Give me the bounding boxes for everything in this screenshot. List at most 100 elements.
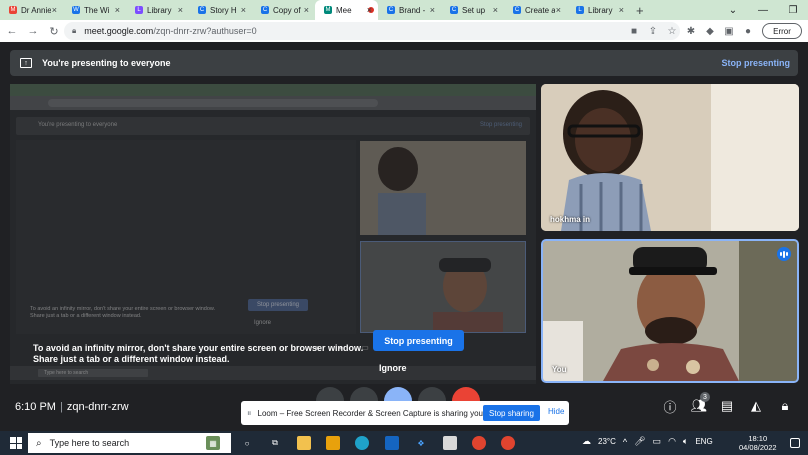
separator: | [59,401,63,413]
microphone-icon[interactable]: 🎤︎ [634,436,645,447]
address-bar[interactable]: 🔒︎ meet.google.com/zqn-dnrr-zrw?authuser… [64,22,680,40]
close-tab-icon[interactable]: × [304,5,309,15]
speaking-indicator-icon [777,247,791,261]
calculator-icon[interactable] [443,436,457,450]
language-indicator[interactable]: ENG [695,437,712,446]
browser-tab[interactable]: L Library × [567,0,630,20]
tab-favicon-icon: C [198,6,206,14]
sidepanel-icon[interactable]: ▣ [723,23,735,39]
taskbar-search[interactable]: ⌕ Type here to search [28,433,231,453]
file-explorer-icon[interactable] [297,436,311,450]
camera-button[interactable] [350,387,378,401]
ignore-button[interactable]: Ignore [379,363,407,373]
browser-tab[interactable]: L Library × [126,0,189,20]
mirror-search: Type here to search [38,369,148,377]
browser-tab[interactable]: C Set up × [441,0,504,20]
activities-icon[interactable]: ◭ [745,395,767,417]
browser-tab[interactable]: C Story H × [189,0,252,20]
temperature[interactable]: 23°C [598,437,616,446]
meeting-time: 6:10 PM [15,401,56,413]
stop-presenting-button[interactable]: Stop presenting [373,330,464,351]
people-count-badge: 3 [700,392,710,402]
presenting-text: You're presenting to everyone [42,58,171,68]
weather-icon[interactable]: ☁ [582,436,591,447]
error-button[interactable]: Error [762,23,802,39]
mirror-presenting-banner: You're presenting to everyone Stop prese… [16,117,530,135]
volume-icon[interactable]: 🔈︎ [683,436,688,447]
participant-tile[interactable]: hokhma in [541,84,799,231]
browser-tab[interactable]: C Copy of × [252,0,315,20]
puzzle-icon[interactable]: ◆ [704,23,716,39]
clock[interactable]: 18:10 04/08/2022 [739,434,777,452]
edge-icon[interactable] [355,436,369,450]
presentation-stage: You're presenting to everyone Stop prese… [10,84,536,384]
share-icon[interactable]: ⇪ [647,23,659,39]
url-text: meet.google.com/zqn-dnrr-zrw?authuser=0 [84,26,256,36]
camera-icon[interactable]: ■ [628,23,640,39]
browser-tab[interactable]: C Brand - × [378,0,441,20]
meeting-info: 6:10 PM | zqn-dnrr-zrw [15,401,129,413]
info-icon[interactable]: ⓘ [659,395,681,417]
search-icon: ⌕ [36,437,42,449]
close-tab-icon[interactable]: × [619,5,624,15]
hide-button[interactable]: Hide [548,407,564,416]
mail-icon[interactable] [385,436,399,450]
close-tab-icon[interactable]: × [493,5,498,15]
participant-tile-self[interactable]: You [541,239,799,383]
mirror-person-2 [361,242,525,332]
task-view-icon[interactable]: ⧉ [268,436,282,450]
mirror-stop-link: Stop presenting [479,122,522,128]
store-icon[interactable] [326,436,340,450]
back-icon[interactable]: ← [3,22,21,40]
close-tab-icon[interactable]: × [52,5,57,15]
tab-favicon-icon: C [450,6,458,14]
browser-tab[interactable]: W The Wi × [63,0,126,20]
extension-icon[interactable]: ✱ [685,23,697,39]
new-tab-button[interactable]: + [636,0,644,20]
profile-avatar-icon[interactable]: ● [742,23,754,39]
chrome-profile-icon[interactable] [501,436,515,450]
cortana-icon[interactable]: ○ [240,436,254,450]
mic-button[interactable] [316,387,344,401]
stop-presenting-link[interactable]: Stop presenting [721,58,790,68]
reload-icon[interactable]: ↻ [45,22,63,40]
wifi-icon[interactable]: ◠ [668,436,676,447]
star-icon[interactable]: ☆ [666,23,678,39]
close-tab-icon[interactable]: × [115,5,120,15]
leave-call-button[interactable] [452,387,480,401]
forward-icon[interactable]: → [24,22,42,40]
close-tab-icon[interactable]: × [556,5,561,15]
network-icon[interactable]: ▭ [653,436,662,447]
more-button[interactable] [418,387,446,401]
dropbox-icon[interactable]: ❖ [414,436,428,450]
stop-sharing-button[interactable]: Stop sharing [483,405,540,421]
clock-time: 18:10 [748,434,768,443]
participant-name: You [552,365,567,374]
chevron-up-icon[interactable]: ^ [623,437,627,447]
tab-title: The Wi [84,5,110,15]
drag-handle-icon[interactable]: ⏸ [247,408,252,419]
browser-tab[interactable]: M Mee × [315,0,378,20]
chat-icon[interactable]: ▤ [716,395,738,417]
notifications-icon[interactable] [790,438,800,448]
browser-tab[interactable]: C Create a × [504,0,567,20]
minimize-icon[interactable]: — [748,0,778,20]
chevron-down-icon[interactable]: ⌄ [718,0,748,20]
host-controls-icon[interactable]: 🔒︎ [774,395,796,417]
windows-start-icon[interactable] [10,437,22,449]
tab-title: Create a [525,5,555,15]
browser-toolbar: ← → ↻ 🔒︎ meet.google.com/zqn-dnrr-zrw?au… [0,20,808,42]
close-tab-icon[interactable]: × [178,5,183,15]
present-button[interactable] [384,387,412,401]
close-tab-icon[interactable]: × [430,5,435,15]
close-tab-icon[interactable]: × [241,5,246,15]
mirror-address-bar [48,99,378,107]
mirror-taskbar: Type here to search [10,366,536,380]
tab-strip: M Dr Annie × W The Wi × L Library × C Story H × C Cop… [0,0,808,20]
maximize-icon[interactable]: ❐ [778,0,808,20]
close-tab-icon[interactable]: × [367,5,372,15]
widgets-icon[interactable]: ▦ [206,436,220,450]
chrome-icon[interactable] [472,436,486,450]
browser-tab[interactable]: M Dr Annie × [0,0,63,20]
tab-favicon-icon: C [387,6,395,14]
